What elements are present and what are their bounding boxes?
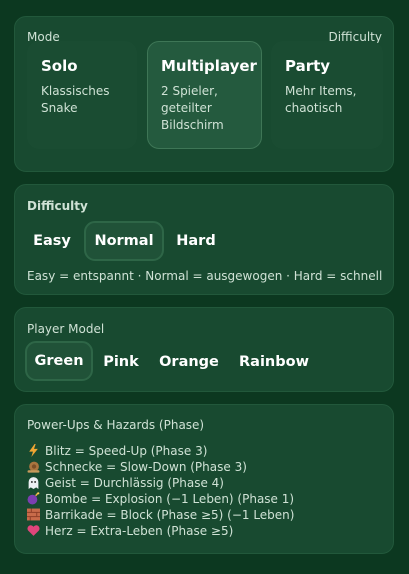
powerup-text: Schnecke = Slow-Down (Phase 3): [45, 460, 247, 474]
mode-option-title: Multiplayer: [161, 57, 257, 75]
player-model-card: Player Model Green Pink Orange Rainbow: [14, 307, 394, 392]
powerup-item: Blitz = Speed-Up (Phase 3): [27, 444, 207, 458]
model-green-button[interactable]: Green: [25, 341, 93, 381]
snail-icon: [27, 461, 40, 473]
mode-card: Mode Difficulty Solo Klassisches Snake M…: [14, 16, 394, 172]
difficulty-normal-button[interactable]: Normal: [84, 221, 164, 261]
powerup-item: Schnecke = Slow-Down (Phase 3): [27, 460, 247, 474]
model-pink-button[interactable]: Pink: [97, 342, 145, 382]
powerup-item: Geist = Durchlässig (Phase 4): [27, 476, 224, 490]
mode-option-desc: Mehr Items, chaotisch: [285, 84, 357, 115]
mode-option-solo[interactable]: Solo Klassisches Snake: [27, 41, 137, 149]
powerup-item: Herz = Extra-Leben (Phase ≥5): [27, 524, 233, 538]
mode-option-title: Solo: [41, 57, 78, 75]
mode-option-desc: 2 Spieler, geteilter Bildschirm: [161, 84, 224, 132]
powerup-text: Geist = Durchlässig (Phase 4): [45, 476, 224, 490]
model-rainbow-button[interactable]: Rainbow: [232, 342, 316, 382]
powerup-item: Barrikade = Block (Phase ≥5) (−1 Leben): [27, 508, 294, 522]
model-orange-button[interactable]: Orange: [152, 342, 226, 382]
powerups-card: Power-Ups & Hazards (Phase) Blitz = Spee…: [14, 404, 394, 554]
powerup-text: Bombe = Explosion (−1 Leben) (Phase 1): [45, 492, 295, 506]
powerups-label: Power-Ups & Hazards (Phase): [27, 418, 205, 432]
mode-option-title: Party: [285, 57, 331, 75]
mode-option-desc: Klassisches Snake: [41, 84, 110, 115]
ghost-icon: [28, 477, 39, 489]
difficulty-easy-button[interactable]: Easy: [25, 221, 79, 261]
bomb-icon: [27, 492, 40, 505]
mode-option-party[interactable]: Party Mehr Items, chaotisch: [271, 41, 383, 149]
brick-icon: [27, 508, 40, 521]
heart-icon: [27, 525, 40, 536]
player-model-label: Player Model: [27, 322, 105, 336]
difficulty-card: Difficulty Easy Normal Hard Easy = entsp…: [14, 184, 394, 295]
lightning-icon: [29, 444, 38, 457]
difficulty-hard-button[interactable]: Hard: [169, 221, 223, 261]
powerup-text: Blitz = Speed-Up (Phase 3): [45, 444, 208, 458]
difficulty-label: Difficulty: [27, 199, 88, 213]
difficulty-note: Easy = entspannt · Normal = ausgewogen ·…: [27, 269, 383, 283]
powerup-text: Herz = Extra-Leben (Phase ≥5): [45, 524, 234, 538]
powerup-text: Barrikade = Block (Phase ≥5) (−1 Leben): [45, 508, 295, 522]
mode-option-multiplayer[interactable]: Multiplayer 2 Spieler, geteilter Bildsch…: [147, 41, 262, 149]
powerup-item: Bombe = Explosion (−1 Leben) (Phase 1): [27, 492, 294, 506]
